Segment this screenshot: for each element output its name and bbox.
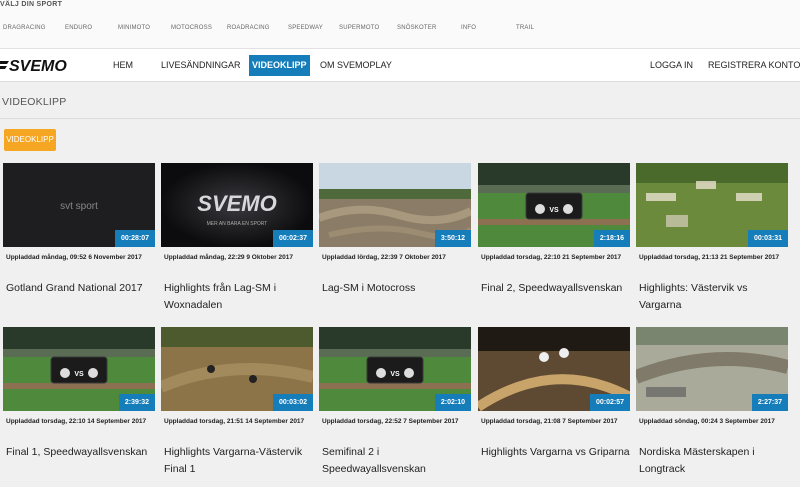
sport-item-minimoto[interactable]: MINIMOTO: [118, 25, 150, 31]
video-thumbnail[interactable]: 3:50:12: [319, 163, 471, 247]
thumb-vs-text: VS: [74, 371, 84, 378]
video-thumbnail[interactable]: 00:02:57: [478, 327, 630, 411]
video-title[interactable]: Gotland Grand National 2017: [6, 280, 156, 297]
video-card[interactable]: 00:03:31 Uppladdad torsdag, 21:13 21 Sep…: [636, 163, 788, 323]
thumb-vs-text: VS: [390, 371, 400, 378]
duration-badge: 2:02:10: [434, 394, 471, 411]
video-title[interactable]: Final 1, Speedwayallsvenskan: [6, 444, 156, 461]
duration-badge: 00:02:37: [272, 230, 313, 247]
duration-badge: 2:39:32: [118, 394, 155, 411]
video-thumbnail[interactable]: 00:03:02: [161, 327, 313, 411]
video-title[interactable]: Lag-SM i Motocross: [322, 280, 472, 297]
sport-item-supermoto[interactable]: SUPERMOTO: [339, 25, 379, 31]
nav-item-livesndningar[interactable]: LIVESÄNDNINGAR: [158, 55, 244, 76]
filter-chip-videoklipp[interactable]: VIDEOKLIPP: [4, 129, 56, 151]
sport-selector-bar: VÄLJ DIN SPORT DRAGRACING ENDURO MINIMOTO M…: [0, 0, 800, 48]
video-thumbnail[interactable]: VS 2:39:32: [3, 327, 155, 411]
upload-date: Uppladdad söndag, 00:24 3 September 2017: [639, 418, 775, 425]
duration-badge: 00:03:02: [272, 394, 313, 411]
upload-date: Uppladdad torsdag, 21:51 14 September 20…: [164, 418, 305, 425]
video-card[interactable]: 2:27:37 Uppladdad söndag, 00:24 3 Septem…: [636, 327, 788, 487]
duration-badge: 00:02:57: [589, 394, 630, 411]
sport-item-info[interactable]: INFO: [461, 25, 476, 31]
upload-date: Uppladdad torsdag, 22:10 14 September 20…: [6, 418, 147, 425]
video-card[interactable]: VS 2:02:10 Uppladdad torsdag, 22:52 7 Se…: [319, 327, 471, 487]
page-title: VIDEOKLIPP: [2, 96, 67, 108]
sport-item-trail[interactable]: TRAIL: [516, 25, 534, 31]
thumb-subtext: MER AN BARA EN SPORT: [207, 221, 268, 227]
video-card[interactable]: 00:03:02 Uppladdad torsdag, 21:51 14 Sep…: [161, 327, 313, 487]
nav-item-hem[interactable]: HEM: [110, 55, 136, 76]
upload-date: Uppladdad torsdag, 22:52 7 September 201…: [322, 418, 459, 425]
thumb-text: svt sport: [60, 201, 98, 212]
video-title[interactable]: Highlights Vargarna-Västervik Final 1: [164, 444, 314, 478]
video-thumbnail[interactable]: 00:03:31: [636, 163, 788, 247]
main-navbar: SVEMO HEM LIVESÄNDNINGAR VIDEOKLIPP OM SVEM…: [0, 48, 800, 82]
video-thumbnail[interactable]: SVEMO MER AN BARA EN SPORT 00:02:37: [161, 163, 313, 247]
video-thumbnail[interactable]: VS 2:02:10: [319, 327, 471, 411]
video-thumbnail[interactable]: svt sport 00:28:07: [3, 163, 155, 247]
nav-item-omsvemoplay[interactable]: OM SVEMOPLAY: [317, 55, 395, 76]
sport-item-dragracing[interactable]: DRAGRACING: [3, 25, 46, 31]
video-title[interactable]: Nordiska Mästerskapen i Longtrack: [639, 444, 789, 478]
upload-date: Uppladdad torsdag, 21:13 21 September 20…: [639, 254, 780, 261]
svemo-logo[interactable]: SVEMO: [0, 55, 78, 75]
sport-item-speedway[interactable]: SPEEDWAY: [288, 25, 323, 31]
upload-date: Uppladdad måndag, 22:29 9 Oktober 2017: [164, 254, 293, 261]
thumb-text: SVEMO: [197, 191, 276, 216]
sport-item-motocross[interactable]: MOTOCROSS: [171, 25, 212, 31]
video-card[interactable]: 3:50:12 Uppladdad lördag, 22:39 7 Oktobe…: [319, 163, 471, 323]
video-title[interactable]: Highlights: Västervik vs Vargarna: [639, 280, 789, 314]
upload-date: Uppladdad måndag, 09:52 6 November 2017: [6, 254, 142, 261]
upload-date: Uppladdad torsdag, 21:08 7 September 201…: [481, 418, 618, 425]
video-title[interactable]: Final 2, Speedwayallsvenskan: [481, 280, 631, 297]
sport-item-snskoter[interactable]: SNÖSKOTER: [397, 25, 436, 31]
duration-badge: 00:28:07: [114, 230, 155, 247]
video-card[interactable]: VS 2:18:16 Uppladdad torsdag, 22:10 21 S…: [478, 163, 630, 323]
video-thumbnail[interactable]: 2:27:37: [636, 327, 788, 411]
sport-item-enduro[interactable]: ENDURO: [65, 25, 92, 31]
video-title[interactable]: Highlights från Lag-SM i Woxnadalen: [164, 280, 314, 314]
sport-selector-title: VÄLJ DIN SPORT: [0, 1, 63, 8]
sport-item-roadracing[interactable]: ROADRACING: [227, 25, 270, 31]
video-thumbnail[interactable]: VS 2:18:16: [478, 163, 630, 247]
login-link[interactable]: LOGGA IN: [647, 55, 696, 76]
nav-item-videoklipp[interactable]: VIDEOKLIPP: [249, 55, 310, 76]
upload-date: Uppladdad torsdag, 22:10 21 September 20…: [481, 254, 622, 261]
video-card[interactable]: 00:02:57 Uppladdad torsdag, 21:08 7 Sept…: [478, 327, 630, 487]
upload-date: Uppladdad lördag, 22:39 7 Oktober 2017: [322, 254, 446, 261]
thumb-vs-text: VS: [549, 207, 559, 214]
register-link[interactable]: REGISTRERA KONTO: [705, 55, 800, 76]
video-title[interactable]: Highlights Vargarna vs Griparna: [481, 444, 631, 461]
video-title[interactable]: Semifinal 2 i Speedwayallsvenskan: [322, 444, 472, 478]
duration-badge: 00:03:31: [747, 230, 788, 247]
duration-badge: 2:27:37: [751, 394, 788, 411]
duration-badge: 3:50:12: [434, 230, 471, 247]
logo-text: SVEMO: [9, 58, 67, 75]
duration-badge: 2:18:16: [593, 230, 630, 247]
video-card[interactable]: VS 2:39:32 Uppladdad torsdag, 22:10 14 S…: [3, 327, 155, 487]
section-divider: [0, 118, 800, 119]
video-card[interactable]: svt sport 00:28:07 Uppladdad måndag, 09:…: [3, 163, 155, 323]
video-card[interactable]: SVEMO MER AN BARA EN SPORT 00:02:37 Uppl…: [161, 163, 313, 323]
